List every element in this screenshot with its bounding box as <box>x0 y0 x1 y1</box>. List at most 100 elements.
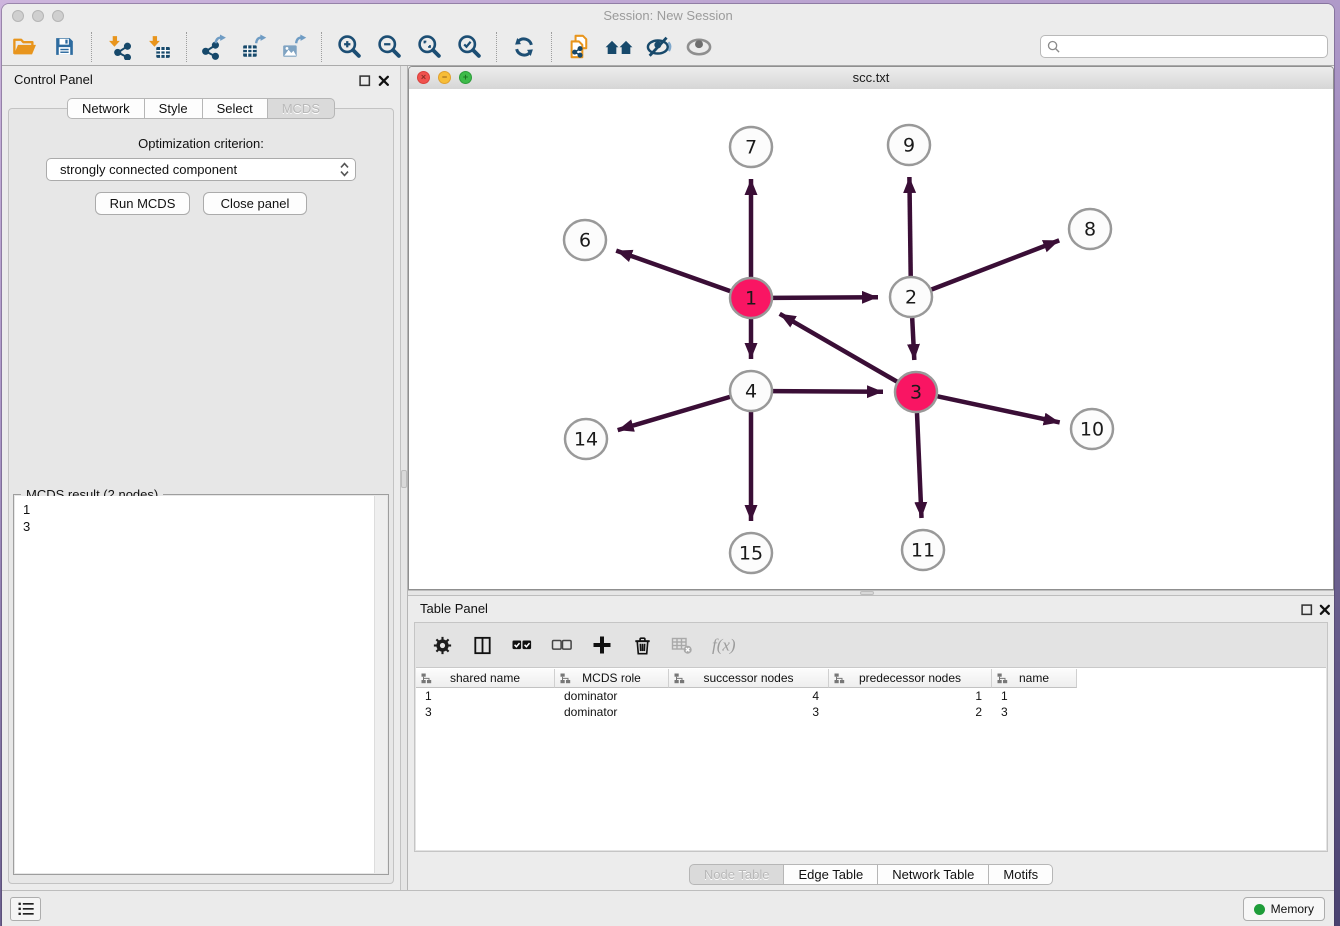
table-panel-title: Table Panel <box>420 601 488 616</box>
graph-node-label: 4 <box>745 381 757 403</box>
table-row[interactable]: 3dominator323 <box>416 704 1326 720</box>
tab-network-table[interactable]: Network Table <box>878 864 989 885</box>
tab-node-table[interactable]: Node Table <box>689 864 785 885</box>
run-mcds-button[interactable]: Run MCDS <box>95 192 190 215</box>
column-header-name[interactable]: name <box>992 669 1077 688</box>
tab-mcds[interactable]: MCDS <box>268 98 335 119</box>
add-column-button[interactable] <box>585 629 619 661</box>
graph-edge-2-3[interactable] <box>912 318 914 360</box>
node-table: shared nameMCDS rolesuccessor nodesprede… <box>416 667 1326 850</box>
control-panel-title: Control Panel <box>14 72 93 87</box>
show-hidden-button[interactable] <box>679 30 719 64</box>
console-tasks-button[interactable] <box>10 897 41 921</box>
graph-node-label: 7 <box>745 137 757 159</box>
table-row[interactable]: 1dominator411 <box>416 688 1326 704</box>
graph-edge-3-1[interactable] <box>780 314 897 382</box>
graph-node-label: 14 <box>574 429 598 451</box>
hide-selected-button[interactable] <box>639 30 679 64</box>
graph-node-label: 9 <box>903 135 915 157</box>
columns-icon <box>471 634 494 657</box>
tab-motifs[interactable]: Motifs <box>989 864 1053 885</box>
table-toolbar: f(x) <box>415 623 1327 667</box>
delete-column-button[interactable] <box>625 629 659 661</box>
mcds-result-text: 13 <box>15 496 374 873</box>
toolbar-separator <box>496 32 497 62</box>
splitter-grip[interactable] <box>860 591 874 595</box>
tab-style[interactable]: Style <box>145 98 203 119</box>
tab-select[interactable]: Select <box>203 98 268 119</box>
refresh-icon <box>511 34 537 60</box>
tab-network[interactable]: Network <box>67 98 145 119</box>
deselect-all-rows-button[interactable] <box>545 629 579 661</box>
graph-edge-2-9[interactable] <box>909 177 910 276</box>
select-all-rows-button[interactable] <box>505 629 539 661</box>
column-type-icon <box>997 673 1008 684</box>
toolbar-separator <box>186 32 187 62</box>
tab-edge-table[interactable]: Edge Table <box>784 864 878 885</box>
clone-network-button[interactable] <box>559 30 599 64</box>
table-panel-content: f(x) shared nameMCDS rolesuccessor nodes… <box>414 622 1328 852</box>
column-header-MCDS-role[interactable]: MCDS role <box>555 669 669 688</box>
network-canvas[interactable]: 1234678910111415 <box>409 89 1333 589</box>
zoom-selected-button[interactable] <box>449 30 489 64</box>
plus-icon <box>590 633 614 657</box>
mcds-result-textarea[interactable]: 13 <box>15 496 387 873</box>
close-panel-button[interactable]: Close panel <box>203 192 307 215</box>
column-header-shared-name[interactable]: shared name <box>416 669 555 688</box>
import-table-button[interactable] <box>139 30 179 64</box>
graph-edge-1-6[interactable] <box>616 251 730 292</box>
zoom-out-button[interactable] <box>369 30 409 64</box>
table-settings-button[interactable] <box>425 629 459 661</box>
column-type-icon <box>560 673 571 684</box>
delete-table-button[interactable] <box>665 629 699 661</box>
save-session-button[interactable] <box>44 30 84 64</box>
show-columns-button[interactable] <box>465 629 499 661</box>
function-builder-button[interactable]: f(x) <box>705 629 749 661</box>
graph-edge-1-2[interactable] <box>773 297 878 298</box>
memory-button[interactable]: Memory <box>1243 897 1325 921</box>
zoom-selected-icon <box>456 33 483 60</box>
mcds-tab-content: Optimization criterion: strongly connect… <box>8 108 394 884</box>
zoom-in-icon <box>336 33 363 60</box>
show-all-button[interactable] <box>599 30 639 64</box>
export-image-button[interactable] <box>274 30 314 64</box>
apply-layout-button[interactable] <box>504 30 544 64</box>
graph-edge-4-14[interactable] <box>618 397 730 430</box>
save-icon <box>52 34 77 59</box>
memory-label: Memory <box>1271 902 1314 916</box>
search-input[interactable] <box>1064 39 1321 55</box>
graph-edge-2-8[interactable] <box>932 240 1060 289</box>
import-network-icon <box>106 34 132 60</box>
close-panel-icon[interactable] <box>1319 604 1331 616</box>
graph-node-label: 11 <box>911 540 935 562</box>
graph-edge-3-10[interactable] <box>938 396 1060 422</box>
graph-edge-4-3[interactable] <box>773 391 883 392</box>
splitter-grip[interactable] <box>401 470 407 488</box>
criterion-value: strongly connected component <box>60 162 340 177</box>
import-network-button[interactable] <box>99 30 139 64</box>
search-icon <box>1047 40 1060 53</box>
control-panel-tabs: NetworkStyleSelectMCDS <box>2 98 400 119</box>
graph-node-label: 3 <box>910 382 922 404</box>
close-panel-icon[interactable] <box>378 75 390 87</box>
fx-icon: f(x) <box>709 633 745 657</box>
node-table-header: shared nameMCDS rolesuccessor nodesprede… <box>416 669 1326 688</box>
criterion-select[interactable]: strongly connected component <box>46 158 356 181</box>
memory-status-icon <box>1254 904 1265 915</box>
zoom-fit-icon <box>416 33 443 60</box>
import-table-icon <box>146 34 172 60</box>
export-table-button[interactable] <box>234 30 274 64</box>
vertical-splitter[interactable] <box>400 66 408 890</box>
search-box <box>1040 35 1328 58</box>
column-header-predecessor-nodes[interactable]: predecessor nodes <box>829 669 992 688</box>
zoom-in-button[interactable] <box>329 30 369 64</box>
float-panel-icon[interactable] <box>359 75 371 87</box>
column-header-successor-nodes[interactable]: successor nodes <box>669 669 829 688</box>
open-session-button[interactable] <box>4 30 44 64</box>
export-network-button[interactable] <box>194 30 234 64</box>
result-scrollbar[interactable] <box>374 496 387 873</box>
export-network-icon <box>201 34 227 60</box>
zoom-fit-button[interactable] <box>409 30 449 64</box>
graph-edge-3-11[interactable] <box>917 413 922 518</box>
float-panel-icon[interactable] <box>1301 604 1313 616</box>
